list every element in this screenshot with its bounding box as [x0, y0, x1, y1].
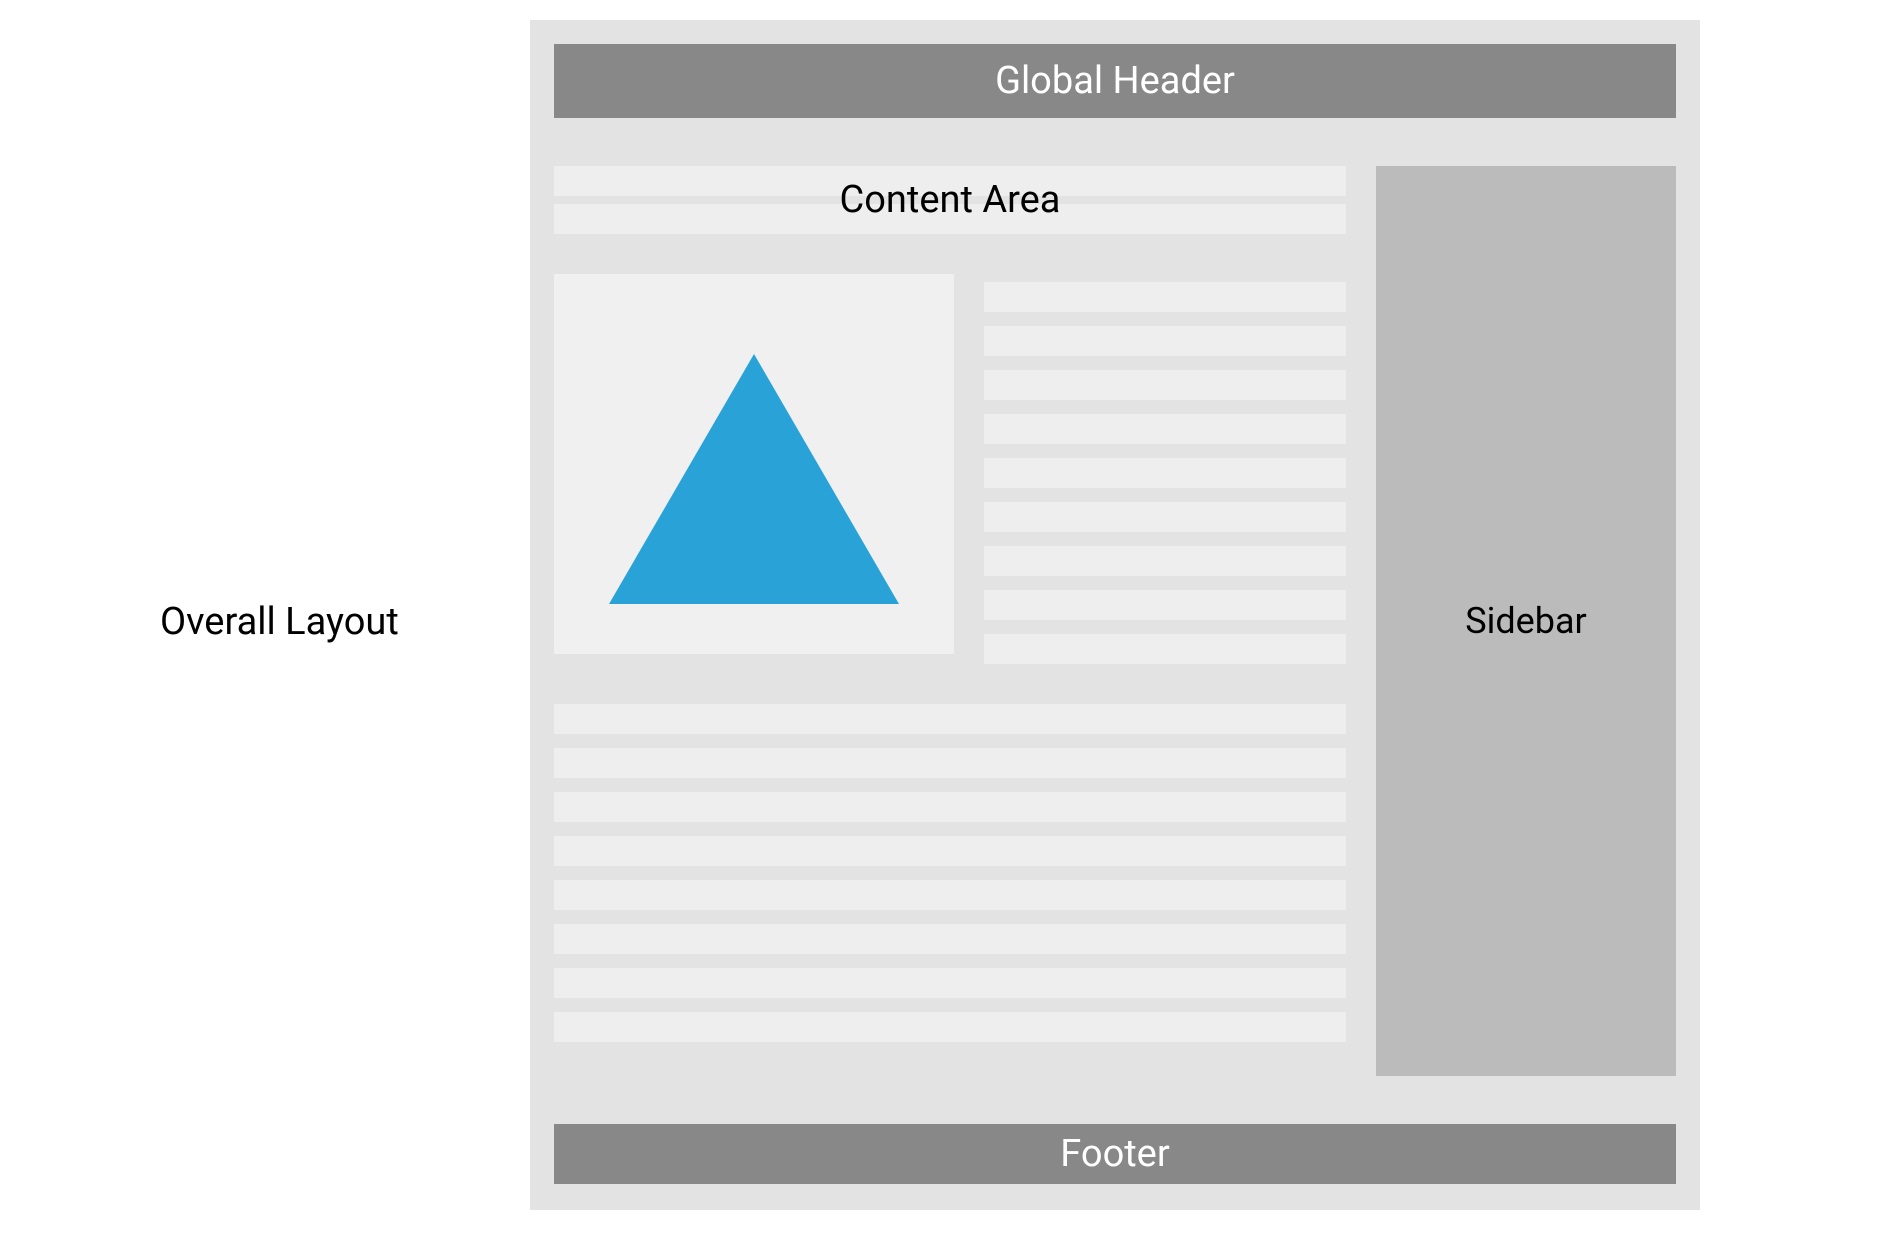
- placeholder-line: [554, 748, 1346, 778]
- placeholder-line: [554, 704, 1346, 734]
- bottom-text-lines: [554, 704, 1346, 1042]
- content-area-region: Content Area: [554, 166, 1346, 1076]
- placeholder-line: [984, 458, 1346, 488]
- sidebar-label: Sidebar: [1465, 600, 1587, 642]
- middle-row: Content Area: [554, 166, 1676, 1076]
- content-area-label: Content Area: [554, 178, 1346, 222]
- content-title-block: Content Area: [554, 166, 1346, 234]
- placeholder-line: [984, 634, 1346, 664]
- overall-layout-label: Overall Layout: [160, 600, 399, 644]
- footer-region: Footer: [554, 1124, 1676, 1184]
- side-text-lines: [984, 274, 1346, 664]
- placeholder-line: [984, 370, 1346, 400]
- image-placeholder: [554, 274, 954, 654]
- global-header-label: Global Header: [995, 59, 1235, 103]
- placeholder-line: [984, 282, 1346, 312]
- sidebar-region: Sidebar: [1376, 166, 1676, 1076]
- placeholder-line: [984, 502, 1346, 532]
- placeholder-line: [554, 924, 1346, 954]
- placeholder-line: [554, 880, 1346, 910]
- placeholder-line: [554, 836, 1346, 866]
- placeholder-line: [984, 590, 1346, 620]
- placeholder-line: [984, 326, 1346, 356]
- placeholder-line: [554, 968, 1346, 998]
- placeholder-line: [554, 792, 1346, 822]
- wireframe-container: Global Header Content Area: [530, 20, 1700, 1210]
- placeholder-line: [984, 546, 1346, 576]
- placeholder-line: [984, 414, 1346, 444]
- global-header-region: Global Header: [554, 44, 1676, 118]
- triangle-icon: [609, 354, 899, 604]
- content-media-row: [554, 274, 1346, 664]
- footer-label: Footer: [1060, 1132, 1169, 1176]
- placeholder-line: [554, 1012, 1346, 1042]
